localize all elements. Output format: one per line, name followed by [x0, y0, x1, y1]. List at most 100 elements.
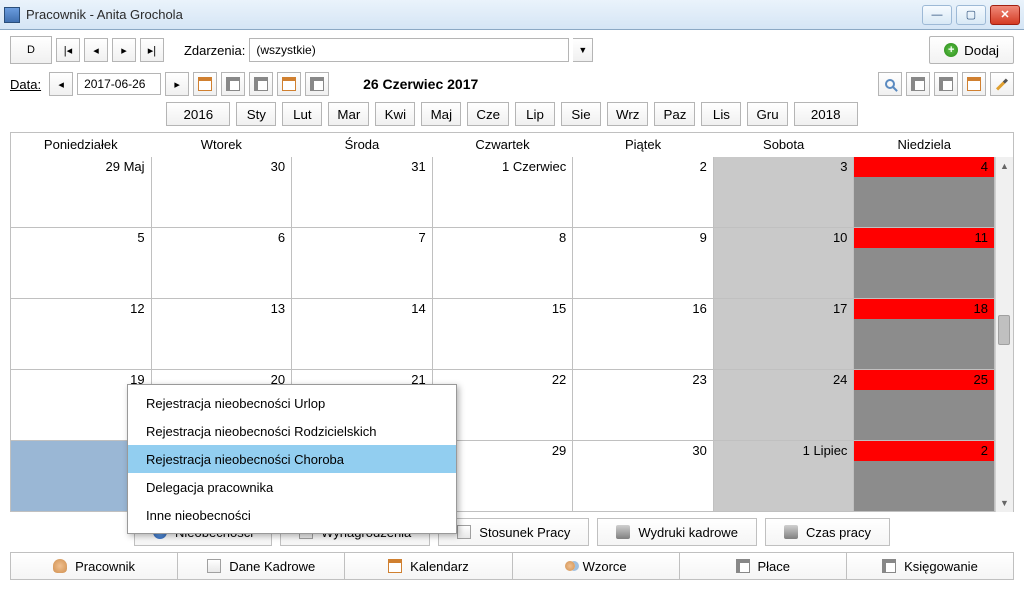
outer-tab-pracownik[interactable]: Pracownik: [10, 552, 177, 580]
view-square3-icon[interactable]: [277, 72, 301, 96]
nav-prev-button[interactable]: ◂: [84, 38, 108, 62]
grid-icon: [736, 559, 750, 573]
context-menu-item[interactable]: Rejestracja nieobecności Rodzicielskich: [128, 417, 456, 445]
calendar-cell[interactable]: 24: [714, 370, 855, 441]
calendar-cell[interactable]: 16: [573, 299, 714, 370]
month-button-gru[interactable]: Gru: [747, 102, 787, 126]
calendar-cell[interactable]: 8: [433, 228, 574, 299]
calendar-cell-date: 30: [271, 159, 285, 174]
calendar-cell[interactable]: 30: [573, 441, 714, 512]
nav-next-button[interactable]: ▸: [112, 38, 136, 62]
d-button[interactable]: D: [10, 36, 52, 64]
month-button-kwi[interactable]: Kwi: [375, 102, 415, 126]
context-menu-item[interactable]: Inne nieobecności: [128, 501, 456, 529]
tool-icon-2[interactable]: [934, 72, 958, 96]
search-icon-button[interactable]: [878, 72, 902, 96]
month-button-cze[interactable]: Cze: [467, 102, 509, 126]
events-select-arrow[interactable]: ▼: [573, 38, 593, 62]
scroll-down-arrow-icon[interactable]: ▼: [996, 494, 1013, 512]
view-square1-icon[interactable]: [221, 72, 245, 96]
scroll-thumb[interactable]: [998, 315, 1010, 345]
calendar-cell[interactable]: 30: [152, 157, 293, 228]
calendar-cell[interactable]: 5: [11, 228, 152, 299]
month-button-wrz[interactable]: Wrz: [607, 102, 648, 126]
month-button-mar[interactable]: Mar: [328, 102, 369, 126]
inner-tab-stosunek-pracy[interactable]: Stosunek Pracy: [438, 518, 589, 546]
inner-tab-wydruki-kadrowe[interactable]: Wydruki kadrowe: [597, 518, 757, 546]
outer-tab-wzorce[interactable]: Wzorce: [512, 552, 679, 580]
minimize-button[interactable]: —: [922, 5, 952, 25]
date-prev-button[interactable]: ◂: [49, 72, 73, 96]
nav-last-button[interactable]: ▸|: [140, 38, 164, 62]
print-icon: [784, 525, 798, 539]
month-button-paz[interactable]: Paz: [654, 102, 695, 126]
month-button-sty[interactable]: Sty: [236, 102, 276, 126]
calendar-cell-date: 22: [552, 372, 566, 387]
calendar-header-cell: Sobota: [714, 133, 855, 158]
calendar-scrollbar[interactable]: ▲▼: [995, 157, 1013, 512]
calendar-cell[interactable]: 12: [11, 299, 152, 370]
calendar-cell[interactable]: 11: [854, 228, 995, 299]
maximize-button[interactable]: ▢: [956, 5, 986, 25]
nav-first-button[interactable]: |◂: [56, 38, 80, 62]
scroll-up-arrow-icon[interactable]: ▲: [996, 157, 1013, 175]
date-next-button[interactable]: ▸: [165, 72, 189, 96]
calendar-cell[interactable]: 25: [854, 370, 995, 441]
view-square2-icon[interactable]: [249, 72, 273, 96]
calendar-cell[interactable]: 6: [152, 228, 293, 299]
month-button-lis[interactable]: Lis: [701, 102, 741, 126]
edit-pencil-button[interactable]: [990, 72, 1014, 96]
calendar-cell[interactable]: 10: [714, 228, 855, 299]
month-button-maj[interactable]: Maj: [421, 102, 461, 126]
calendar-cell[interactable]: 31: [292, 157, 433, 228]
events-select[interactable]: (wszystkie): [249, 38, 569, 62]
add-button[interactable]: + Dodaj: [929, 36, 1014, 64]
context-menu-item[interactable]: Rejestracja nieobecności Choroba: [128, 445, 456, 473]
calendar-cell[interactable]: 14: [292, 299, 433, 370]
add-button-label: Dodaj: [964, 43, 999, 58]
outer-tab-płace[interactable]: Płace: [679, 552, 846, 580]
tool-icon-1[interactable]: [906, 72, 930, 96]
calendar-cell[interactable]: 18: [854, 299, 995, 370]
calendar-cell-date: 4: [854, 157, 994, 177]
date-input[interactable]: 2017-06-26: [77, 73, 161, 95]
context-menu-item[interactable]: Rejestracja nieobecności Urlop: [128, 389, 456, 417]
calendar-cell[interactable]: 2: [854, 441, 995, 512]
calendar-cell-date: 23: [692, 372, 706, 387]
calendar-cell[interactable]: 17: [714, 299, 855, 370]
tab-label: Księgowanie: [904, 559, 978, 574]
context-menu-item[interactable]: Delegacja pracownika: [128, 473, 456, 501]
close-button[interactable]: ✕: [990, 5, 1020, 25]
calendar-cell[interactable]: 3: [714, 157, 855, 228]
calendar-cell[interactable]: 15: [433, 299, 574, 370]
calendar-cell[interactable]: 4: [854, 157, 995, 228]
calendar-cell[interactable]: 2: [573, 157, 714, 228]
calendar-cell[interactable]: 7: [292, 228, 433, 299]
month-button-lip[interactable]: Lip: [515, 102, 555, 126]
calendar-cell-date: 29 Maj: [106, 159, 145, 174]
calendar-cell-date: 29: [552, 443, 566, 458]
month-button-sie[interactable]: Sie: [561, 102, 601, 126]
outer-tab-kalendarz[interactable]: Kalendarz: [344, 552, 511, 580]
view-square4-icon[interactable]: [305, 72, 329, 96]
calendar-cell-date: 3: [840, 159, 847, 174]
view-cal-orange-icon[interactable]: [193, 72, 217, 96]
month-button-lut[interactable]: Lut: [282, 102, 322, 126]
calendar-header-cell: Czwartek: [433, 133, 574, 158]
user-icon: [53, 559, 67, 573]
calendar-cell[interactable]: 13: [152, 299, 293, 370]
outer-tab-dane-kadrowe[interactable]: Dane Kadrowe: [177, 552, 344, 580]
calendar-header-cell: Środa: [292, 133, 433, 158]
prev-year-button[interactable]: 2016: [166, 102, 230, 126]
calendar-cell[interactable]: 1 Czerwiec: [433, 157, 574, 228]
outer-tab-księgowanie[interactable]: Księgowanie: [846, 552, 1014, 580]
inner-tab-czas-pracy[interactable]: Czas pracy: [765, 518, 890, 546]
calendar-cell[interactable]: 1 Lipiec: [714, 441, 855, 512]
calendar-cell[interactable]: 23: [573, 370, 714, 441]
tool-icon-3[interactable]: [962, 72, 986, 96]
calendar-cell[interactable]: 29 Maj: [11, 157, 152, 228]
pencil-icon: [996, 78, 1008, 90]
calendar-cell[interactable]: 9: [573, 228, 714, 299]
next-year-button[interactable]: 2018: [794, 102, 858, 126]
tab-label: Wzorce: [583, 559, 627, 574]
